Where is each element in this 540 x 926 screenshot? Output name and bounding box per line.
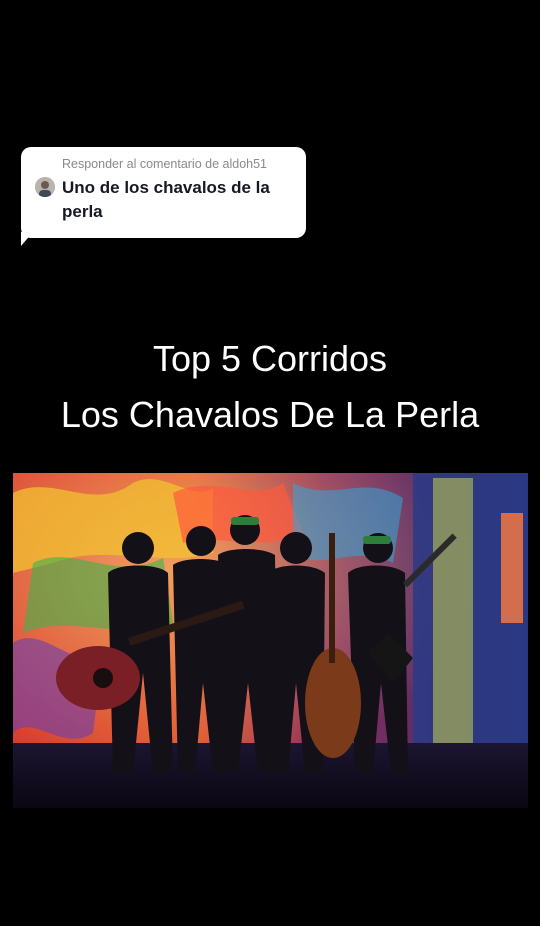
reply-comment-bubble[interactable]: Responder al comentario de aldoh51 Uno d… — [21, 147, 306, 238]
user-avatar-icon[interactable] — [35, 177, 55, 197]
overlay-title-line1: Top 5 Corridos — [152, 338, 388, 379]
band-photo — [13, 473, 528, 808]
reply-bubble-tail — [21, 232, 33, 246]
reply-row: Uno de los chavalos de la perla — [35, 176, 292, 224]
reply-header: Responder al comentario de aldoh51 — [62, 157, 267, 171]
overlay-title-line2: Los Chavalos De La Perla — [60, 394, 480, 435]
band-photo-illustration — [13, 473, 528, 808]
reply-comment-text: Uno de los chavalos de la perla — [62, 178, 270, 221]
